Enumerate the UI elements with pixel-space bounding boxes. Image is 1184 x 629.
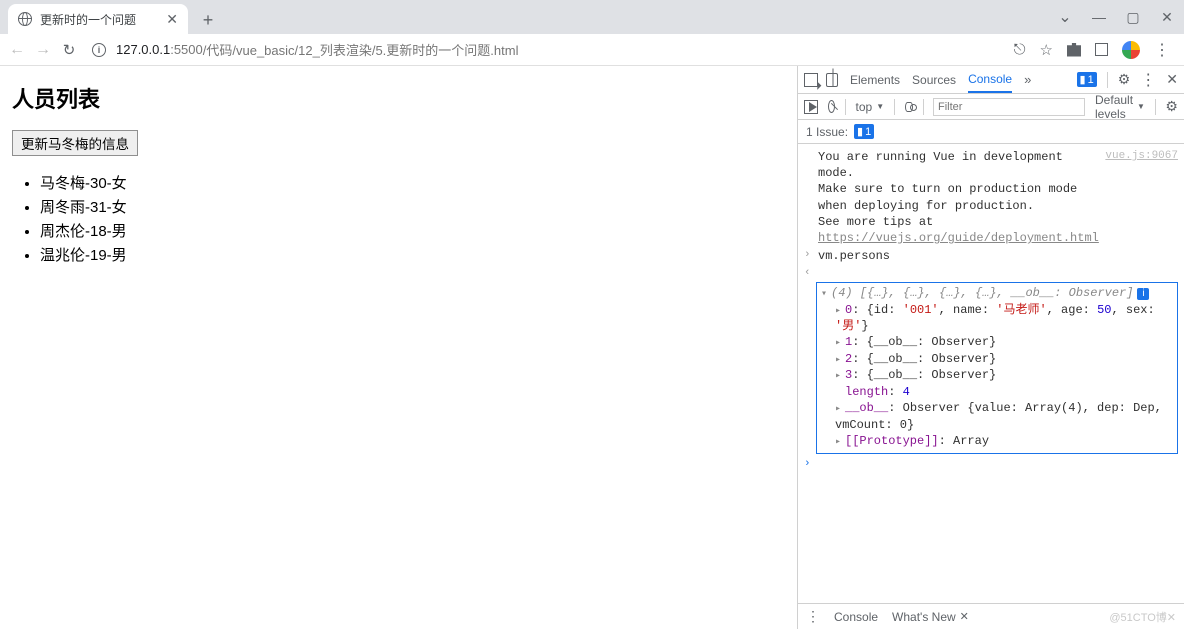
- console-output-header: ‹: [798, 265, 1184, 282]
- bookmark-star-icon[interactable]: ☆: [1040, 41, 1053, 59]
- deployment-link[interactable]: https://vuejs.org/guide/deployment.html: [818, 231, 1099, 245]
- list-item: 马冬梅-30-女: [40, 172, 785, 196]
- issues-count-badge: ▮1: [854, 124, 874, 139]
- url-port: :5500: [170, 42, 203, 57]
- window-controls: ⌄ — ▢ ✕: [1048, 0, 1184, 34]
- devtools-drawer: ⋮ Console What's New ✕ @51CTO博✕: [798, 603, 1184, 629]
- settings-gear-icon[interactable]: ⚙: [1118, 71, 1131, 88]
- window-close-button[interactable]: ✕: [1150, 9, 1184, 26]
- url-host: 127.0.0.1: [116, 42, 170, 57]
- watermark-text: @51CTO博✕: [1109, 609, 1176, 625]
- expand-arrow-icon[interactable]: ▸: [835, 436, 845, 450]
- blank-glyph: [804, 149, 818, 246]
- window-maximize-button[interactable]: ▢: [1116, 9, 1150, 26]
- issues-bar[interactable]: 1 Issue: ▮1: [798, 120, 1184, 144]
- console-sidebar-toggle-icon[interactable]: [804, 100, 818, 114]
- device-toggle-icon[interactable]: [826, 73, 838, 87]
- tab-console[interactable]: Console: [968, 72, 1012, 93]
- log-levels-selector[interactable]: Default levels: [1095, 93, 1145, 121]
- devtools-tab-strip: Elements Sources Console » ▮1 ⚙ ⋮ ✕: [798, 66, 1184, 94]
- expand-arrow-icon[interactable]: ▸: [835, 337, 845, 351]
- toolbar-right: ⎋ ☆ ⋮: [1014, 40, 1176, 60]
- issues-label: 1 Issue:: [806, 125, 848, 139]
- devtools-close-icon[interactable]: ✕: [1166, 71, 1178, 88]
- drawer-tab-whatsnew[interactable]: What's New ✕: [892, 610, 969, 624]
- globe-icon: [18, 12, 32, 26]
- browser-tab-strip: 更新时的一个问题 ✕ + ⌄ — ▢ ✕: [0, 0, 1184, 34]
- nav-back-button[interactable]: ←: [8, 41, 26, 59]
- browser-menu-icon[interactable]: ⋮: [1154, 40, 1170, 60]
- drawer-tab-console[interactable]: Console: [834, 610, 878, 624]
- new-tab-button[interactable]: +: [194, 6, 222, 34]
- person-list: 马冬梅-30-女 周冬雨-31-女 周杰伦-18-男 温兆伦-19-男: [18, 172, 785, 268]
- side-panel-icon[interactable]: [1095, 43, 1108, 56]
- tabs-overflow-icon[interactable]: »: [1024, 72, 1031, 87]
- console-input-echo: › vm.persons: [798, 247, 1184, 265]
- window-minimize-button[interactable]: —: [1082, 9, 1116, 25]
- tab-sources[interactable]: Sources: [912, 73, 956, 87]
- console-toolbar: top Default levels ⚙: [798, 94, 1184, 120]
- separator: [1107, 72, 1108, 88]
- source-link[interactable]: vue.js:9067: [1102, 149, 1178, 246]
- page-title: 人员列表: [12, 82, 785, 114]
- close-icon[interactable]: ✕: [960, 610, 969, 623]
- page-viewport: 人员列表 更新马冬梅的信息 马冬梅-30-女 周冬雨-31-女 周杰伦-18-男…: [0, 66, 798, 629]
- collapse-arrow-icon[interactable]: ▾: [821, 288, 831, 302]
- clear-console-icon[interactable]: [828, 100, 835, 113]
- browser-toolbar: ← → ↻ i 127.0.0.1:5500/代码/vue_basic/12_列…: [0, 34, 1184, 66]
- expand-arrow-icon[interactable]: ▸: [835, 354, 845, 368]
- nav-forward-button[interactable]: →: [34, 41, 52, 59]
- content-split: 人员列表 更新马冬梅的信息 马冬梅-30-女 周冬雨-31-女 周杰伦-18-男…: [0, 66, 1184, 629]
- prompt-chevron-icon: ›: [804, 457, 818, 472]
- info-badge-icon[interactable]: i: [1137, 288, 1149, 300]
- chevron-down-icon[interactable]: ⌄: [1048, 7, 1082, 27]
- console-output[interactable]: You are running Vue in development mode.…: [798, 144, 1184, 603]
- share-icon[interactable]: ⎋: [1014, 41, 1026, 58]
- console-filter-input[interactable]: [933, 98, 1085, 116]
- devtools-panel: Elements Sources Console » ▮1 ⚙ ⋮ ✕ top …: [798, 66, 1184, 629]
- drawer-menu-icon[interactable]: ⋮: [806, 608, 820, 625]
- list-item: 周杰伦-18-男: [40, 220, 785, 244]
- devtools-menu-icon[interactable]: ⋮: [1140, 70, 1156, 90]
- browser-tab-active[interactable]: 更新时的一个问题 ✕: [8, 4, 188, 34]
- output-chevron-icon: ‹: [804, 266, 818, 281]
- expanded-object[interactable]: ▾(4) [{…}, {…}, {…}, {…}, __ob__: Observ…: [816, 282, 1178, 454]
- extensions-icon[interactable]: [1067, 43, 1081, 57]
- profile-avatar[interactable]: [1122, 41, 1140, 59]
- tab-title: 更新时的一个问题: [40, 11, 160, 28]
- console-settings-gear-icon[interactable]: ⚙: [1165, 98, 1178, 115]
- context-selector[interactable]: top: [856, 100, 885, 114]
- site-info-icon[interactable]: i: [92, 43, 106, 57]
- issues-badge[interactable]: ▮1: [1077, 72, 1097, 87]
- console-message: You are running Vue in development mode.…: [798, 148, 1184, 247]
- list-item: 周冬雨-31-女: [40, 196, 785, 220]
- tab-elements[interactable]: Elements: [850, 73, 900, 87]
- reload-button[interactable]: ↻: [60, 41, 78, 59]
- url-path: /代码/vue_basic/12_列表渲染/5.更新时的一个问题.html: [203, 40, 519, 59]
- address-bar[interactable]: i 127.0.0.1:5500/代码/vue_basic/12_列表渲染/5.…: [86, 40, 1006, 59]
- list-item: 温兆伦-19-男: [40, 244, 785, 268]
- devtools-right-icons: ▮1 ⚙ ⋮ ✕: [1077, 70, 1178, 90]
- tab-close-icon[interactable]: ✕: [166, 11, 178, 28]
- expand-arrow-icon[interactable]: ▸: [835, 403, 845, 417]
- input-chevron-icon: ›: [804, 248, 818, 264]
- expand-arrow-icon[interactable]: ▸: [835, 305, 845, 319]
- live-expression-icon[interactable]: [905, 102, 913, 112]
- update-person-button[interactable]: 更新马冬梅的信息: [12, 130, 138, 156]
- inspect-element-icon[interactable]: [804, 73, 818, 87]
- expand-arrow-icon[interactable]: ▸: [835, 370, 845, 384]
- devtools-left-icons: [804, 73, 838, 87]
- console-prompt[interactable]: ›: [798, 456, 1184, 473]
